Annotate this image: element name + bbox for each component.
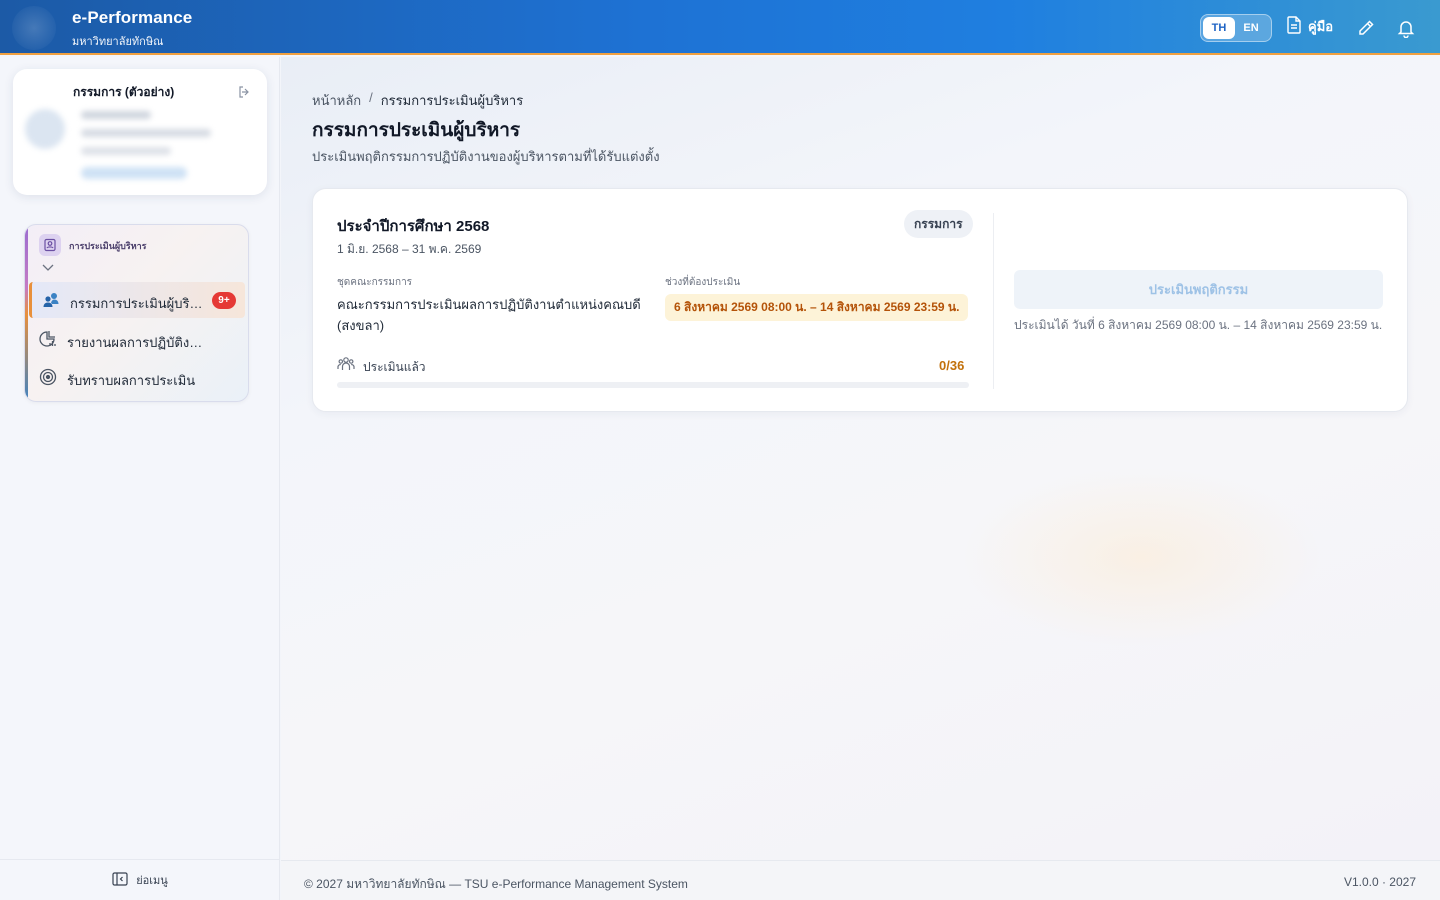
profile-detail-blurred: [81, 129, 211, 137]
progress-label: ประเมินแล้ว: [363, 360, 426, 374]
progress-bar: [337, 382, 969, 388]
footer: © 2027 มหาวิทยาลัยทักษิณ — TSU e-Perform…: [281, 860, 1440, 900]
academic-year-title: ประจำปีการศึกษา 2568: [337, 218, 490, 235]
evaluation-card: ประจำปีการศึกษา 2568 1 มิ.ย. 2568 – 31 พ…: [312, 188, 1408, 412]
chevron-down-icon[interactable]: [41, 259, 55, 277]
group-users-icon: [337, 355, 355, 378]
profile-name: กรรมการ (ตัวอย่าง): [73, 85, 175, 99]
menu-group-label[interactable]: การประเมินผู้บริหาร: [69, 239, 147, 253]
bell-icon[interactable]: [1396, 18, 1416, 39]
page-title: กรรมการประเมินผู้บริหาร: [312, 120, 521, 141]
collapse-menu-button[interactable]: ย่อเมนู: [0, 859, 280, 900]
lang-th-button[interactable]: TH: [1203, 17, 1235, 39]
id-card-icon: [39, 234, 61, 256]
menu-accent-bar: [25, 225, 28, 401]
avatar[interactable]: [25, 109, 65, 149]
breadcrumb: หน้าหลัก / กรรมการประเมินผู้บริหาร: [312, 90, 523, 111]
users-icon: [42, 291, 60, 309]
profile-detail-blurred: [81, 147, 171, 155]
sidebar-item-label: กรรมการประเมินผู้บริหาร: [70, 296, 206, 311]
breadcrumb-separator: /: [369, 90, 373, 105]
pencil-icon[interactable]: [1356, 18, 1376, 38]
evaluation-window-note: ประเมินได้ วันที่ 6 สิงหาคม 2569 08:00 น…: [1014, 318, 1383, 332]
brand[interactable]: e-Performance มหาวิทยาลัยทักษิณ: [72, 8, 192, 50]
lang-en-button[interactable]: EN: [1235, 17, 1267, 39]
evaluation-period: 6 สิงหาคม 2569 08:00 น. – 14 สิงหาคม 256…: [665, 294, 969, 321]
sidebar-item-acknowledge-results[interactable]: รับทราบผลการประเมิน: [29, 359, 245, 395]
app-title: e-Performance: [72, 8, 193, 27]
breadcrumb-home[interactable]: หน้าหลัก: [312, 90, 361, 111]
sidebar-item-label: รับทราบผลการประเมิน: [67, 373, 196, 388]
academic-year-dates: 1 มิ.ย. 2568 – 31 พ.ค. 2569: [337, 242, 482, 256]
manual-button[interactable]: คู่มือ: [1286, 16, 1333, 37]
target-icon: [39, 368, 57, 386]
copyright-text: © 2027 มหาวิทยาลัยทักษิณ — TSU e-Perform…: [304, 877, 688, 891]
committee-value: คณะกรรมการประเมินผลการปฏิบัติงานตำแหน่งค…: [337, 297, 641, 333]
logout-icon[interactable]: [237, 85, 251, 104]
main-content: หน้าหลัก / กรรมการประเมินผู้บริหาร กรรมก…: [281, 57, 1440, 860]
language-toggle: TH EN: [1200, 14, 1272, 42]
version-text: V1.0.0 · 2027: [1343, 875, 1416, 889]
sidebar-item-executive-committee[interactable]: กรรมการประเมินผู้บริหาร 9+: [29, 282, 245, 318]
sidebar-item-label: รายงานผลการปฏิบัติงาน: [67, 335, 203, 350]
university-logo[interactable]: [12, 6, 56, 50]
collapse-menu-label: ย่อเมนู: [136, 875, 168, 887]
notification-badge: 9+: [212, 292, 236, 309]
background-glow: [961, 467, 1321, 647]
report-chart-icon: [39, 330, 57, 348]
sidebar-item-performance-report[interactable]: รายงานผลการปฏิบัติงาน: [29, 321, 245, 357]
sidebar-collapse-icon: [112, 871, 128, 889]
sidebar: กรรมการ (ตัวอย่าง) การประเมินผู้บริหาร ก…: [0, 57, 280, 900]
document-icon: [1286, 16, 1302, 37]
menu-group-executive-evaluation: การประเมินผู้บริหาร กรรมการประเมินผู้บริ…: [24, 224, 249, 402]
breadcrumb-current: กรรมการประเมินผู้บริหาร: [380, 93, 524, 108]
period-label: ช่วงที่ต้องประเมิน: [665, 277, 741, 288]
profile-detail-blurred: [81, 111, 151, 119]
role-badge: กรรมการ: [904, 210, 973, 238]
manual-label: คู่มือ: [1308, 19, 1334, 34]
evaluate-behavior-button[interactable]: ประเมินพฤติกรรม: [1014, 270, 1383, 309]
profile-card: กรรมการ (ตัวอย่าง): [13, 69, 267, 195]
app-subtitle: มหาวิทยาลัยทักษิณ: [72, 36, 164, 48]
card-divider: [993, 213, 994, 389]
progress-count: 0/36: [939, 358, 965, 373]
page-subtitle: ประเมินพฤติกรรมการปฏิบัติงานของผู้บริหาร…: [312, 149, 660, 164]
top-bar: e-Performance มหาวิทยาลัยทักษิณ TH EN คู…: [0, 0, 1440, 55]
committee-label: ชุดคณะกรรมการ: [337, 277, 413, 288]
profile-tag-blurred: [81, 167, 187, 179]
